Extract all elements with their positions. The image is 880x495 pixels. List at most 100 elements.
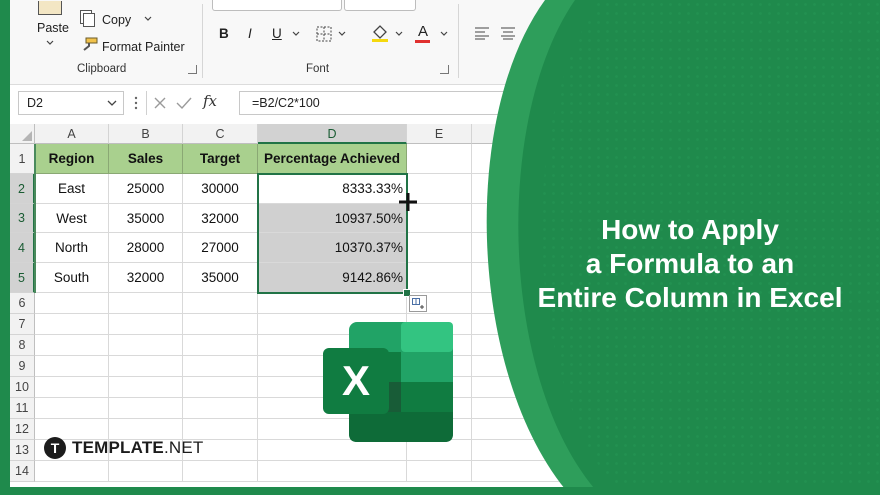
- crosshair-cursor-icon: [399, 193, 417, 211]
- copy-dropdown-icon[interactable]: [144, 16, 152, 22]
- page-title: How to Apply a Formula to an Entire Colu…: [500, 213, 880, 315]
- cancel-icon[interactable]: [153, 96, 167, 110]
- row-header-1[interactable]: 1: [10, 144, 35, 174]
- row-header-14[interactable]: 14: [10, 461, 35, 482]
- name-box-value: D2: [27, 96, 43, 110]
- cell-c4[interactable]: 27000: [183, 233, 258, 263]
- cell-b5[interactable]: 32000: [109, 263, 183, 293]
- title-line-1: How to Apply: [601, 214, 779, 245]
- column-header-f[interactable]: [472, 124, 562, 144]
- row-header-9[interactable]: 9: [10, 356, 35, 377]
- formula-bar-grip-icon: [134, 96, 138, 110]
- column-header-b[interactable]: B: [109, 124, 183, 144]
- row-header-12[interactable]: 12: [10, 419, 35, 440]
- cell-b4[interactable]: 28000: [109, 233, 183, 263]
- title-line-3: Entire Column in Excel: [537, 282, 843, 313]
- cell-a3[interactable]: West: [35, 204, 109, 233]
- cell-b2[interactable]: 25000: [109, 174, 183, 204]
- brand-logo: T TEMPLATE.NET: [44, 437, 203, 459]
- brand-name: TEMPLATE.NET: [72, 438, 203, 458]
- quick-analysis-button[interactable]: [409, 295, 427, 312]
- formula-bar-divider: [146, 91, 147, 115]
- column-header-e[interactable]: E: [407, 124, 472, 144]
- select-all-corner[interactable]: [10, 124, 35, 144]
- cell-a5[interactable]: South: [35, 263, 109, 293]
- bold-button[interactable]: B: [219, 26, 229, 41]
- table-border: [34, 144, 36, 293]
- font-launcher-icon[interactable]: [440, 65, 449, 74]
- cell-d1[interactable]: Percentage Achieved: [258, 144, 407, 174]
- row-header-10[interactable]: 10: [10, 377, 35, 398]
- align-left-icon[interactable]: [474, 26, 490, 40]
- name-box[interactable]: D2: [18, 91, 124, 115]
- insert-function-button[interactable]: fx: [203, 92, 217, 110]
- italic-button[interactable]: I: [248, 26, 252, 41]
- cell-c3[interactable]: 32000: [183, 204, 258, 233]
- excel-logo-letter: X: [341, 357, 370, 404]
- align-center-icon[interactable]: [500, 26, 516, 40]
- row-header-6[interactable]: 6: [10, 293, 35, 314]
- copy-button[interactable]: Copy: [102, 13, 131, 27]
- cell-a2[interactable]: East: [35, 174, 109, 204]
- column-header-c[interactable]: C: [183, 124, 258, 144]
- title-line-2: a Formula to an: [585, 248, 795, 279]
- font-color-swatch: [415, 40, 430, 43]
- row-header-5[interactable]: 5: [10, 263, 35, 293]
- fill-color-icon[interactable]: [370, 23, 390, 43]
- cell-a1[interactable]: Region: [35, 144, 109, 174]
- row-header-13[interactable]: 13: [10, 440, 35, 461]
- paste-button[interactable]: Paste: [37, 21, 69, 35]
- name-box-dropdown-icon[interactable]: [107, 100, 117, 107]
- row-header-3[interactable]: 3: [10, 204, 35, 233]
- cell-b1[interactable]: Sales: [109, 144, 183, 174]
- font-color-dropdown-icon[interactable]: [440, 31, 448, 37]
- cell-d4[interactable]: 10370.37%: [258, 233, 407, 263]
- format-painter-icon[interactable]: [80, 37, 98, 53]
- row-header-2[interactable]: 2: [10, 174, 35, 204]
- bottom-frame: [0, 487, 880, 495]
- cell-a4[interactable]: North: [35, 233, 109, 263]
- formula-bar: D2 fx =B2/C2*100: [10, 88, 880, 118]
- brand-name-bold: TEMPLATE: [72, 438, 164, 457]
- brand-mark-icon: T: [44, 437, 66, 459]
- underline-button[interactable]: U: [272, 26, 282, 41]
- clipboard-group-label: Clipboard: [77, 63, 127, 75]
- enter-check-icon[interactable]: [176, 96, 192, 110]
- cell-d2[interactable]: 8333.33%: [258, 174, 407, 204]
- paste-dropdown-icon[interactable]: [46, 40, 54, 46]
- ribbon-separator: [458, 4, 459, 78]
- format-painter-button[interactable]: Format Painter: [102, 40, 185, 54]
- row-header-8[interactable]: 8: [10, 335, 35, 356]
- font-group-label: Font: [306, 63, 330, 75]
- cell-c1[interactable]: Target: [183, 144, 258, 174]
- ribbon-separator: [202, 4, 203, 78]
- underline-dropdown-icon[interactable]: [292, 31, 300, 37]
- font-name-box[interactable]: [212, 0, 342, 11]
- fill-color-dropdown-icon[interactable]: [395, 31, 403, 37]
- borders-dropdown-icon[interactable]: [338, 31, 346, 37]
- row-header-4[interactable]: 4: [10, 233, 35, 263]
- cell-d3[interactable]: 10937.50%: [258, 204, 407, 233]
- font-size-box[interactable]: [344, 0, 416, 11]
- row-header-11[interactable]: 11: [10, 398, 35, 419]
- quick-analysis-icon: [412, 298, 424, 309]
- thumbnail-frame: Paste Copy Format Painter Clipboard B I …: [0, 0, 880, 495]
- cell-c2[interactable]: 30000: [183, 174, 258, 204]
- paste-icon[interactable]: [38, 1, 62, 15]
- column-header-d[interactable]: D: [258, 124, 407, 144]
- cell-d5[interactable]: 9142.86%: [258, 263, 407, 293]
- ribbon: Paste Copy Format Painter Clipboard B I …: [10, 0, 880, 85]
- select-all-triangle-icon: [22, 131, 32, 141]
- cell-b3[interactable]: 35000: [109, 204, 183, 233]
- row-header-7[interactable]: 7: [10, 314, 35, 335]
- copy-icon-back: [83, 13, 95, 27]
- excel-logo: X: [323, 320, 455, 444]
- cell-c5[interactable]: 35000: [183, 263, 258, 293]
- brand-name-suffix: .NET: [163, 438, 204, 457]
- clipboard-launcher-icon[interactable]: [188, 65, 197, 74]
- borders-icon[interactable]: [316, 26, 332, 42]
- font-color-button[interactable]: A: [418, 23, 428, 40]
- formula-input[interactable]: =B2/C2*100: [239, 91, 880, 115]
- formula-text: =B2/C2*100: [252, 96, 320, 110]
- column-header-a[interactable]: A: [35, 124, 109, 144]
